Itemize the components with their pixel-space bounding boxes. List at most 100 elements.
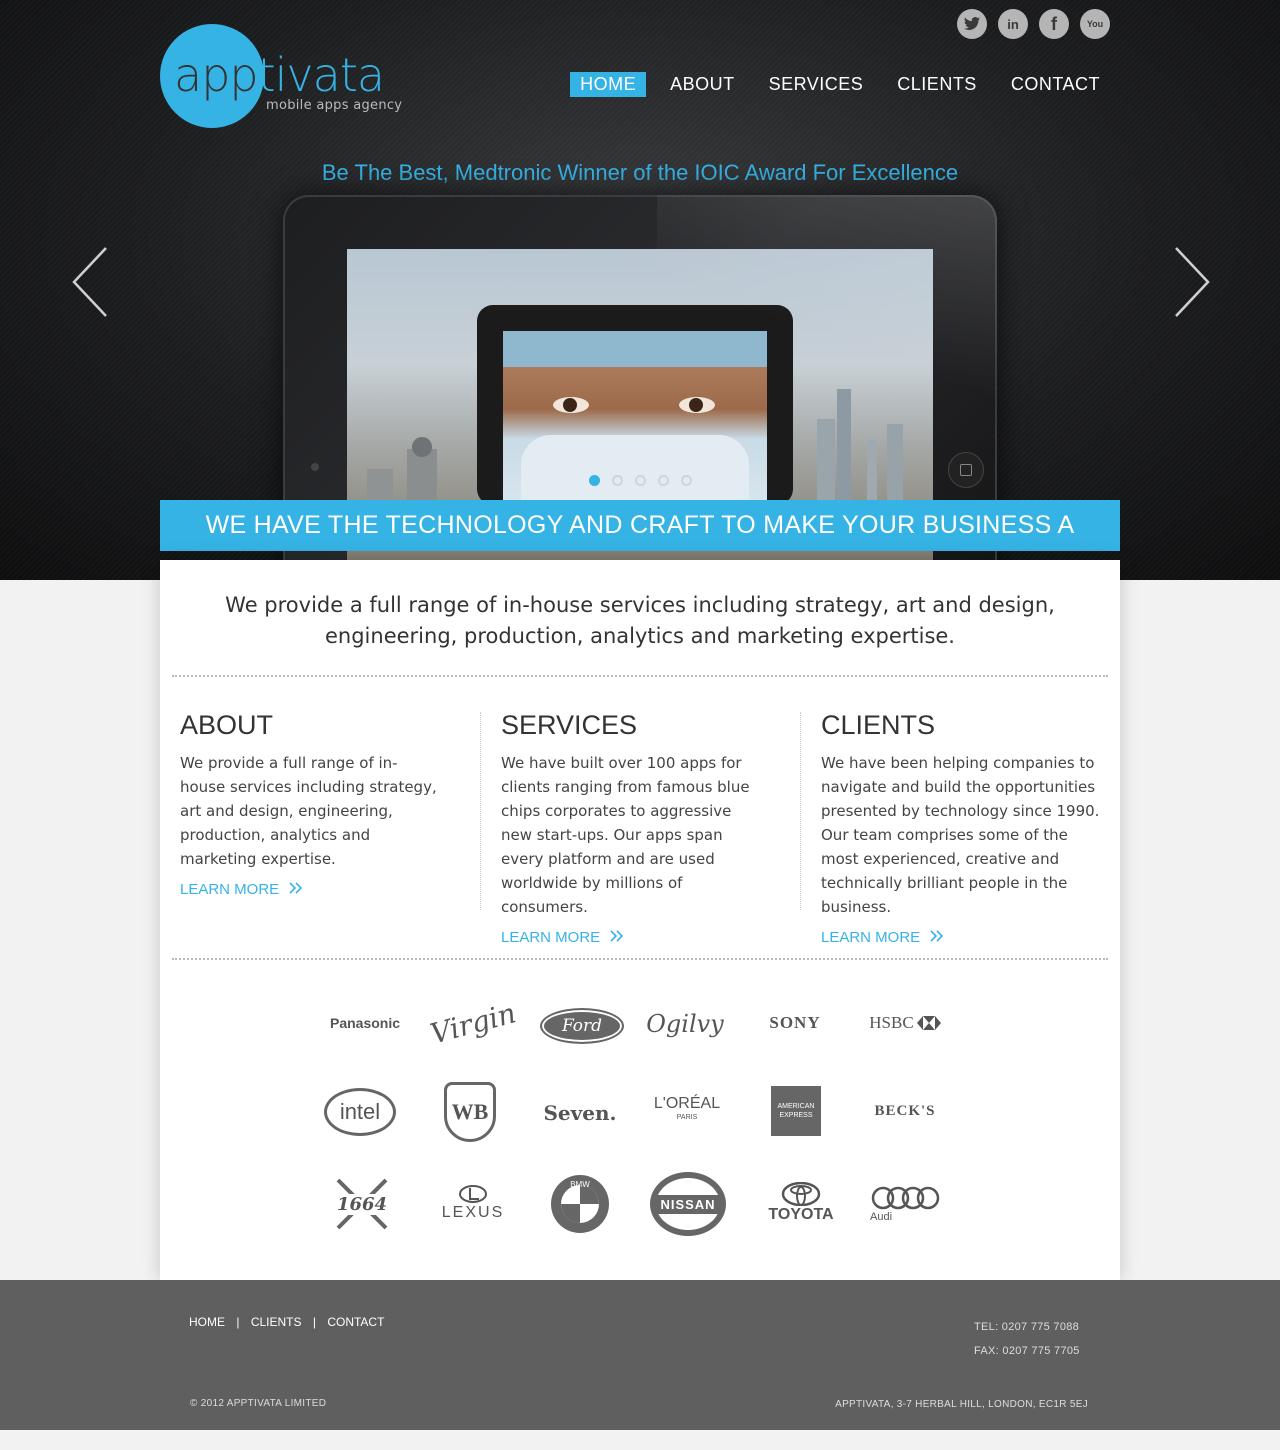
award-headline: Be The Best, Medtronic Winner of the IOI… [321,160,959,185]
next-slide-arrow-icon[interactable] [1172,246,1212,318]
nav-contact[interactable]: CONTACT [1001,72,1110,97]
footer-tel: TEL: 0207 775 7088 [974,1321,1080,1333]
double-chevron-right-icon [289,882,303,894]
linkedin-glyph: in [1007,16,1019,32]
twitter-icon[interactable] [957,9,987,39]
services-learn-more-link[interactable]: LEARN MORE [501,929,624,946]
services-text: We have built over 100 apps for clients … [501,754,750,916]
hsbc-text: HSBC [869,1013,914,1032]
warner-bros-logo: WB [444,1082,496,1142]
tablet-gloss [657,195,997,415]
becks-logo: BECK'S [874,1102,936,1119]
nav-about[interactable]: ABOUT [660,72,745,97]
toyota-text: TOYOTA [768,1206,834,1223]
apptivata-logo[interactable]: apptivata mobile apps agency [160,22,420,132]
virgin-logo: Virgin [426,995,520,1051]
footer-nav-clients[interactable]: CLIENTS [251,1315,302,1329]
column-divider [480,712,481,910]
linkedin-icon[interactable]: in [998,9,1028,39]
bmw-logo: BMW [550,1174,610,1234]
footer-address: APPTIVATA, 3-7 HERBAL HILL, LONDON, EC1R… [835,1399,1088,1410]
nav-clients[interactable]: CLIENTS [887,72,987,97]
footer-nav-separator: | [312,1315,316,1329]
clients-heading: CLIENTS [821,710,936,740]
services-column: SERVICES We have built over 100 apps for… [501,710,761,946]
logo-app-text: app [174,48,259,102]
amex-line-2: EXPRESS [779,1112,813,1119]
clients-text: We have been helping companies to naviga… [821,754,1100,916]
double-chevron-right-icon [930,930,944,942]
footer-copyright: © 2012 APPTIVATA LIMITED [190,1398,327,1409]
hero-section: apptivata mobile apps agency in f You HO… [0,0,1280,580]
divider [172,675,1108,677]
panasonic-logo: Panasonic [329,1015,401,1031]
kronenbourg-logo: 1664 [334,1176,390,1232]
intro-text: We provide a full range of in-house serv… [225,593,1055,648]
slide-dot-5[interactable] [680,475,692,486]
clients-column: CLIENTS We have been helping companies t… [821,710,1101,946]
footer: HOME | CLIENTS | CONTACT TEL: 0207 775 7… [0,1280,1280,1430]
services-heading: SERVICES [501,710,638,740]
hero-banner: WE HAVE THE TECHNOLOGY AND CRAFT TO MAKE… [160,500,1120,580]
amex-line-1: AMERICAN [777,1103,815,1110]
clients-learn-more-label: LEARN MORE [821,929,921,946]
american-express-logo: AMERICAN EXPRESS [771,1086,821,1136]
audi-text: Audi [870,1211,893,1223]
lexus-emblem-icon [459,1185,487,1203]
toyota-emblem-icon [781,1182,821,1206]
loreal-subtext: PARIS [676,1114,698,1121]
about-learn-more-label: LEARN MORE [180,881,280,898]
loreal-logo: L'ORÉAL PARIS [642,1088,732,1134]
seven-logo: Seven. [543,1101,617,1125]
column-divider [800,712,801,910]
about-learn-more-link[interactable]: LEARN MORE [180,881,303,898]
footer-nav-contact[interactable]: CONTACT [327,1315,384,1329]
slide-dot-2[interactable] [611,475,623,486]
slide-dot-1[interactable] [588,475,600,486]
nissan-logo: NISSAN [650,1172,726,1236]
clients-learn-more-link[interactable]: LEARN MORE [821,929,944,946]
hsbc-hexagon-icon [916,1016,941,1030]
nav-services[interactable]: SERVICES [759,72,874,97]
loreal-text: L'ORÉAL [653,1095,721,1112]
main-nav: HOME ABOUT SERVICES CLIENTS CONTACT [570,72,1110,97]
slide-dot-4[interactable] [657,475,669,486]
kronenbourg-text: 1664 [334,1193,390,1215]
social-links: in f You [957,9,1110,39]
logo-tivata-text: tivata [257,48,385,102]
about-text: We provide a full range of in-house serv… [180,754,437,868]
ford-logo: Ford [540,1008,624,1044]
toyota-logo: TOYOTA [756,1178,846,1228]
surgical-mask [521,435,749,505]
lexus-text: LEXUS [441,1204,505,1221]
footer-fax: FAX: 0207 775 7705 [974,1345,1080,1357]
youtube-glyph: You [1086,19,1104,29]
bmw-text: BMW [570,1180,590,1189]
eye-left [553,397,589,413]
footer-nav-home[interactable]: HOME [189,1315,225,1329]
tablet-camera [311,463,319,471]
logo-wordmark: apptivata [174,48,385,102]
audi-logo: Audi [870,1184,950,1224]
about-column: ABOUT We provide a full range of in-hous… [180,710,440,898]
nav-home[interactable]: HOME [570,72,647,97]
hsbc-logo: HSBC [860,1000,950,1046]
intel-logo: intel [324,1088,396,1136]
sony-logo: SONY [769,1013,821,1032]
divider [172,958,1108,960]
slide-dot-3[interactable] [634,475,646,486]
slide-pagination [0,475,1280,486]
youtube-icon[interactable]: You [1080,9,1110,39]
audi-rings-icon [871,1186,940,1210]
about-heading: ABOUT [180,710,274,740]
logo-tagline: mobile apps agency [266,98,403,113]
footer-nav: HOME | CLIENTS | CONTACT [189,1315,392,1329]
footer-nav-separator: | [236,1315,240,1329]
lexus-logo: LEXUS [428,1180,518,1226]
services-learn-more-label: LEARN MORE [501,929,601,946]
footer-contact-numbers: TEL: 0207 775 7088 FAX: 0207 775 7705 [974,1315,1080,1363]
double-chevron-right-icon [610,930,624,942]
ogilvy-logo: Ogilvy [646,1010,724,1038]
prev-slide-arrow-icon[interactable] [70,246,110,318]
facebook-icon[interactable]: f [1039,9,1069,39]
